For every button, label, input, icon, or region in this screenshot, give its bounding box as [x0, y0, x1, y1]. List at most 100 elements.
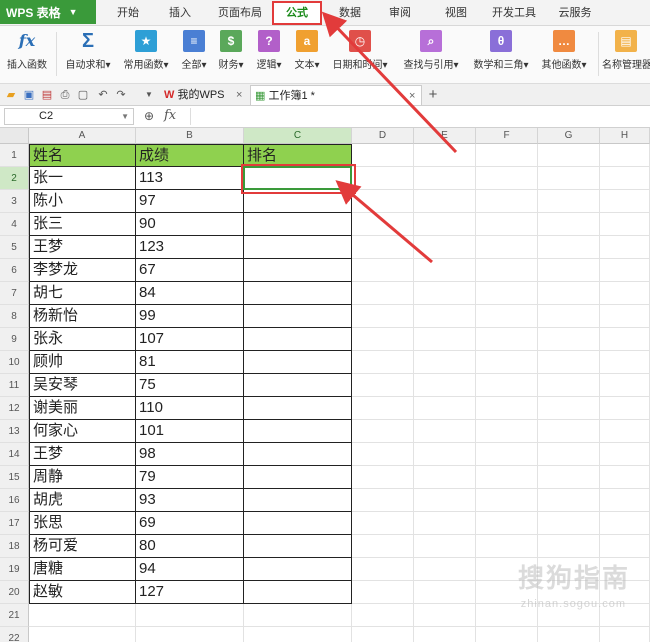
- cell-a6[interactable]: 李梦龙: [29, 259, 136, 282]
- row-header-16[interactable]: 16: [0, 489, 29, 512]
- menu-formulas[interactable]: 公式: [272, 1, 322, 25]
- row-header-13[interactable]: 13: [0, 420, 29, 443]
- cell-d3[interactable]: [352, 190, 414, 213]
- cell-e15[interactable]: [414, 466, 476, 489]
- redo-icon[interactable]: ↷: [114, 88, 128, 102]
- row-header-21[interactable]: 21: [0, 604, 29, 627]
- cell-b22[interactable]: [136, 627, 244, 642]
- menu-insert[interactable]: 插入: [160, 0, 200, 26]
- cell-g15[interactable]: [538, 466, 600, 489]
- cell-d2[interactable]: [352, 167, 414, 190]
- cell-e5[interactable]: [414, 236, 476, 259]
- cell-d17[interactable]: [352, 512, 414, 535]
- cell-c15[interactable]: [244, 466, 352, 489]
- cell-h4[interactable]: [600, 213, 650, 236]
- cell-d20[interactable]: [352, 581, 414, 604]
- column-header-a[interactable]: A: [29, 128, 136, 144]
- cell-a4[interactable]: 张三: [29, 213, 136, 236]
- logic-button[interactable]: ? 逻辑▾: [252, 28, 286, 82]
- cell-d4[interactable]: [352, 213, 414, 236]
- cell-b6[interactable]: 67: [136, 259, 244, 282]
- row-header-10[interactable]: 10: [0, 351, 29, 374]
- cell-h22[interactable]: [600, 627, 650, 642]
- chevron-down-icon[interactable]: ▼: [121, 109, 129, 124]
- finance-button[interactable]: $ 财务▾: [214, 28, 248, 82]
- customize-dropdown-icon[interactable]: ▼: [142, 88, 156, 102]
- cell-b18[interactable]: 80: [136, 535, 244, 558]
- cell-e7[interactable]: [414, 282, 476, 305]
- cell-e14[interactable]: [414, 443, 476, 466]
- row-header-6[interactable]: 6: [0, 259, 29, 282]
- cell-a18[interactable]: 杨可爱: [29, 535, 136, 558]
- cell-e1[interactable]: [414, 144, 476, 167]
- column-header-c[interactable]: C: [244, 128, 352, 144]
- cell-f7[interactable]: [476, 282, 538, 305]
- cell-g6[interactable]: [538, 259, 600, 282]
- cell-h17[interactable]: [600, 512, 650, 535]
- cell-g1[interactable]: [538, 144, 600, 167]
- cell-g13[interactable]: [538, 420, 600, 443]
- cell-g12[interactable]: [538, 397, 600, 420]
- cell-c13[interactable]: [244, 420, 352, 443]
- cell-a13[interactable]: 何家心: [29, 420, 136, 443]
- cell-c14[interactable]: [244, 443, 352, 466]
- cell-b3[interactable]: 97: [136, 190, 244, 213]
- cell-d14[interactable]: [352, 443, 414, 466]
- row-header-9[interactable]: 9: [0, 328, 29, 351]
- cell-f18[interactable]: [476, 535, 538, 558]
- cell-c16[interactable]: [244, 489, 352, 512]
- cell-e10[interactable]: [414, 351, 476, 374]
- cell-c17[interactable]: [244, 512, 352, 535]
- cell-f3[interactable]: [476, 190, 538, 213]
- cell-b8[interactable]: 99: [136, 305, 244, 328]
- cell-a8[interactable]: 杨新怡: [29, 305, 136, 328]
- tab-my-wps[interactable]: W 我的WPS ×: [160, 85, 248, 105]
- cell-f6[interactable]: [476, 259, 538, 282]
- cell-c10[interactable]: [244, 351, 352, 374]
- cell-d6[interactable]: [352, 259, 414, 282]
- cell-e17[interactable]: [414, 512, 476, 535]
- cell-h16[interactable]: [600, 489, 650, 512]
- column-header-f[interactable]: F: [476, 128, 538, 144]
- cell-f4[interactable]: [476, 213, 538, 236]
- lookup-reference-button[interactable]: ⌕ 查找与引用▾: [398, 28, 464, 82]
- cell-b5[interactable]: 123: [136, 236, 244, 259]
- add-tab-icon[interactable]: +: [426, 87, 440, 102]
- cell-b7[interactable]: 84: [136, 282, 244, 305]
- row-header-17[interactable]: 17: [0, 512, 29, 535]
- other-functions-button[interactable]: … 其他函数▾: [536, 28, 592, 82]
- cell-a16[interactable]: 胡虎: [29, 489, 136, 512]
- row-header-8[interactable]: 8: [0, 305, 29, 328]
- cell-a22[interactable]: [29, 627, 136, 642]
- print-icon[interactable]: ⎙: [58, 88, 72, 102]
- cell-f17[interactable]: [476, 512, 538, 535]
- cell-a15[interactable]: 周静: [29, 466, 136, 489]
- cell-e11[interactable]: [414, 374, 476, 397]
- print-preview-icon[interactable]: ▢: [76, 88, 90, 102]
- row-header-12[interactable]: 12: [0, 397, 29, 420]
- undo-icon[interactable]: ↶: [96, 88, 110, 102]
- cell-a9[interactable]: 张永: [29, 328, 136, 351]
- cell-c21[interactable]: [244, 604, 352, 627]
- cell-b21[interactable]: [136, 604, 244, 627]
- insert-function-button[interactable]: fx 插入函数: [4, 28, 50, 82]
- column-header-g[interactable]: G: [538, 128, 600, 144]
- cell-g18[interactable]: [538, 535, 600, 558]
- menu-developer[interactable]: 开发工具: [486, 0, 542, 26]
- cell-b9[interactable]: 107: [136, 328, 244, 351]
- row-header-15[interactable]: 15: [0, 466, 29, 489]
- menu-home[interactable]: 开始: [108, 0, 148, 26]
- cell-a12[interactable]: 谢美丽: [29, 397, 136, 420]
- cell-g4[interactable]: [538, 213, 600, 236]
- cell-h5[interactable]: [600, 236, 650, 259]
- cell-a5[interactable]: 王梦: [29, 236, 136, 259]
- cell-a11[interactable]: 吴安琴: [29, 374, 136, 397]
- cell-g17[interactable]: [538, 512, 600, 535]
- cell-h6[interactable]: [600, 259, 650, 282]
- cell-a2[interactable]: 张一: [29, 167, 136, 190]
- cell-c22[interactable]: [244, 627, 352, 642]
- cell-h15[interactable]: [600, 466, 650, 489]
- cell-d7[interactable]: [352, 282, 414, 305]
- cell-b13[interactable]: 101: [136, 420, 244, 443]
- cell-d18[interactable]: [352, 535, 414, 558]
